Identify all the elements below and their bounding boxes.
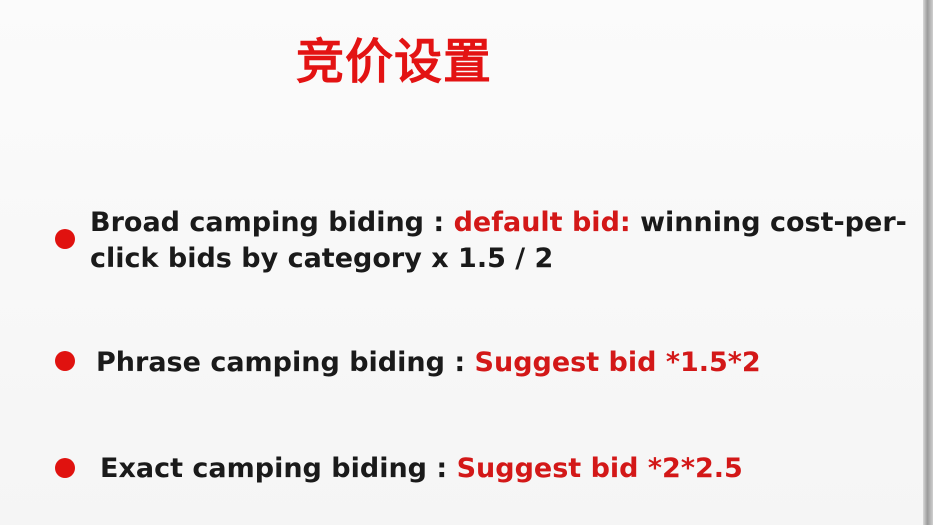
bullet-label: Exact camping biding : xyxy=(100,453,457,484)
bullet-label: Broad camping biding : xyxy=(90,207,454,238)
bullet-dot-icon xyxy=(55,458,75,478)
bullet-highlight: Suggest bid *2*2.5 xyxy=(456,453,743,484)
slide: 竞价设置 Broad camping biding : default bid:… xyxy=(0,0,933,525)
right-edge-border xyxy=(923,0,933,525)
bullet-broad: Broad camping biding : default bid: winn… xyxy=(90,205,910,277)
bullet-highlight: default bid: xyxy=(453,207,631,238)
bullet-highlight: Suggest bid *1.5*2 xyxy=(474,347,761,378)
bullet-dot-icon xyxy=(55,351,75,371)
bullet-phrase: Phrase camping biding : Suggest bid *1.5… xyxy=(96,345,761,381)
bullet-dot-icon xyxy=(55,229,75,249)
slide-title: 竞价设置 xyxy=(296,34,493,90)
bullet-exact: Exact camping biding : Suggest bid *2*2.… xyxy=(100,451,743,487)
bullet-label: Phrase camping biding : xyxy=(96,347,475,378)
